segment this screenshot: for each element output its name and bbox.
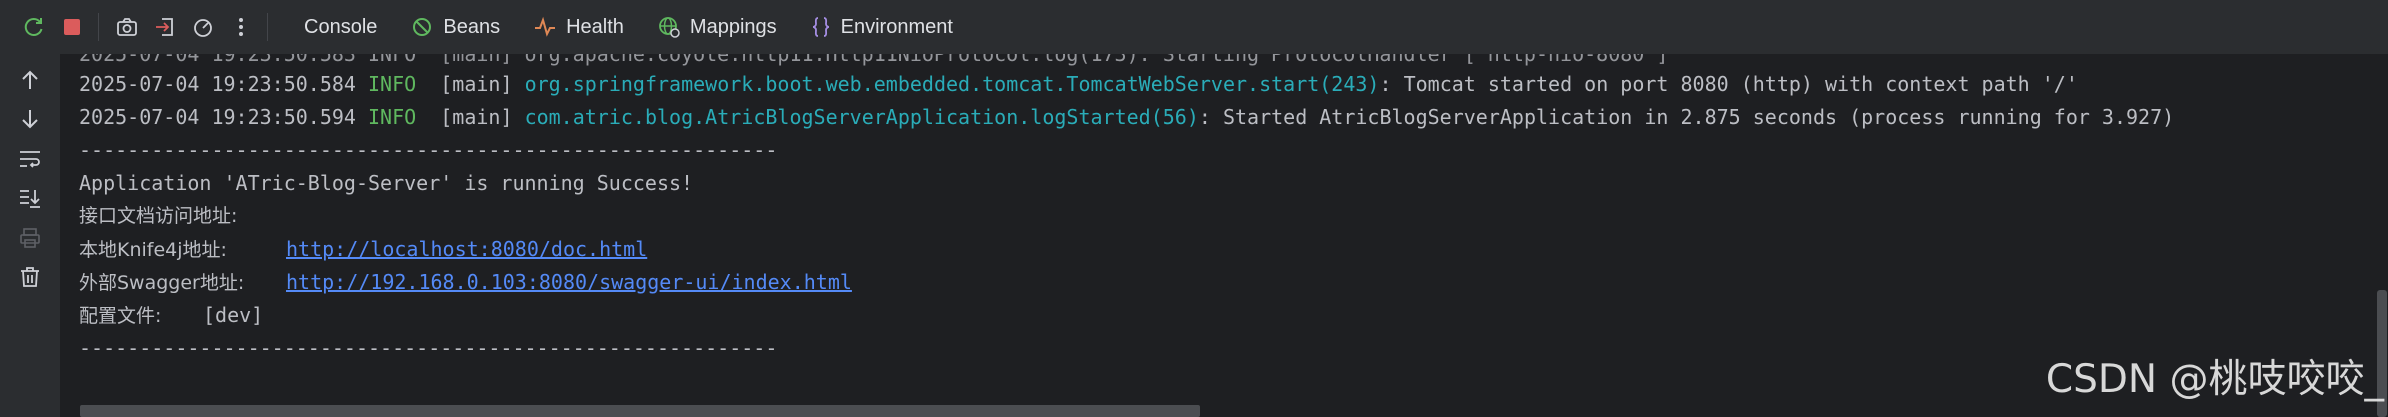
profile-value: [dev] (203, 303, 264, 327)
braces-icon (811, 16, 831, 38)
camera-icon[interactable] (109, 9, 145, 45)
toolbar-divider (98, 13, 99, 41)
swagger-link[interactable]: http://192.168.0.103:8080/swagger-ui/ind… (286, 270, 852, 294)
tab-beans[interactable]: Beans (397, 7, 514, 47)
bean-icon (411, 16, 433, 38)
separator-line: ----------------------------------------… (79, 138, 778, 162)
doc-address-label: 接口文档访问地址: (79, 205, 238, 227)
exit-icon[interactable] (147, 9, 183, 45)
console-output: 2025-07-04 19:23:50.583 INFO [main] org.… (60, 54, 2377, 417)
profile-line: 配置文件: [dev] (79, 299, 263, 332)
log-timestamp: 2025-07-04 19:23:50.584 (79, 72, 356, 96)
knife4j-line: 本地Knife4j地址: http://localhost:8080/doc.ht… (79, 233, 647, 266)
tab-console-label: Console (304, 15, 378, 38)
knife4j-label: 本地Knife4j地址: (79, 239, 227, 261)
tab-environment-label: Environment (840, 15, 953, 38)
log-message: : Tomcat started on port 8080 (http) wit… (1379, 72, 2078, 96)
swagger-line: 外部Swagger地址: http://192.168.0.103:8080/sw… (79, 266, 852, 299)
tab-health-label: Health (566, 15, 624, 38)
watermark: CSDN @桃吱咬咬_ (2045, 357, 2384, 402)
globe-icon (658, 16, 680, 38)
print-icon[interactable] (14, 222, 46, 254)
trash-icon[interactable] (14, 261, 46, 293)
arrow-down-icon[interactable] (14, 103, 46, 135)
rerun-icon[interactable] (16, 9, 52, 45)
profile-label: 配置文件: (79, 305, 162, 327)
stop-icon[interactable] (54, 9, 90, 45)
separator-line: ----------------------------------------… (79, 336, 778, 360)
log-line: 2025-07-04 19:23:50.594 INFO [main] com.… (79, 101, 2174, 134)
log-class: org.springframework.boot.web.embedded.to… (524, 72, 1380, 96)
log-level: INFO (368, 105, 417, 129)
log-thread: [main] (440, 105, 513, 129)
tab-health[interactable]: Health (520, 7, 638, 47)
tab-console[interactable]: Console (290, 7, 391, 47)
app-status-line: Application 'ATric-Blog-Server' is runni… (79, 171, 694, 195)
swagger-label: 外部Swagger地址: (79, 272, 245, 294)
log-line: 2025-07-04 19:23:50.584 INFO [main] org.… (79, 68, 2078, 101)
pulse-icon (534, 16, 556, 38)
log-class: com.atric.blog.AtricBlogServerApplicatio… (524, 105, 1199, 129)
arrow-up-icon[interactable] (14, 64, 46, 96)
log-level: INFO (368, 72, 417, 96)
toolbar-divider (267, 13, 268, 41)
more-icon[interactable] (223, 9, 259, 45)
tab-mappings-label: Mappings (689, 15, 777, 38)
console-toolbar: Console Beans Health Mappings Environmen… (0, 0, 2388, 54)
knife4j-link[interactable]: http://localhost:8080/doc.html (286, 237, 647, 261)
soft-wrap-icon[interactable] (14, 143, 46, 175)
log-timestamp: 2025-07-04 19:23:50.594 (79, 105, 356, 129)
scroll-to-end-icon[interactable] (14, 182, 46, 214)
log-message: : Started AtricBlogServerApplication in … (1198, 105, 2175, 129)
tab-environment[interactable]: Environment (797, 7, 967, 47)
log-thread: [main] (440, 72, 513, 96)
gauge-icon[interactable] (185, 9, 221, 45)
console-sidebar (0, 54, 60, 417)
tab-mappings[interactable]: Mappings (644, 7, 791, 47)
tab-beans-label: Beans (443, 15, 501, 38)
horizontal-scrollbar[interactable] (80, 405, 1200, 417)
